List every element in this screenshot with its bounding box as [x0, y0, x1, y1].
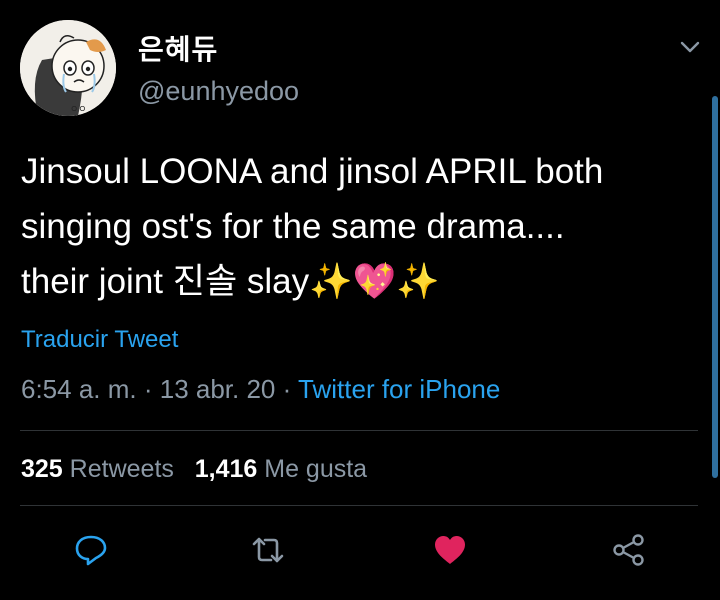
tweet-text-line: Jinsoul LOONA and jinsol APRIL both — [21, 152, 604, 191]
tweet-stats: 325 Retweets 1,416 Me gusta — [21, 455, 367, 484]
likes-label: Me gusta — [264, 455, 368, 483]
translate-tweet-link[interactable]: Traducir Tweet — [21, 326, 178, 354]
meta-separator: · — [275, 374, 299, 404]
retweets-stat[interactable]: 325 Retweets — [21, 455, 174, 483]
sparkles-emoji: ✨ — [396, 262, 440, 302]
share-icon[interactable] — [611, 532, 647, 568]
svg-text:ㅇㅇ: ㅇㅇ — [70, 105, 87, 115]
tweet-text-line: singing ost's for the same drama.... — [21, 207, 565, 246]
display-name[interactable]: 은혜듀 — [138, 28, 218, 68]
scrollbar[interactable] — [712, 96, 718, 478]
retweets-count: 325 — [21, 455, 63, 483]
retweet-icon[interactable] — [250, 532, 286, 568]
tweet-meta: 6:54 a. m. · 13 abr. 20 · Twitter for iP… — [21, 374, 500, 405]
sparkles-emoji: ✨ — [309, 262, 353, 302]
tweet-source-link[interactable]: Twitter for iPhone — [298, 374, 500, 404]
tweet-date[interactable]: 13 abr. 20 — [160, 374, 276, 404]
heart-icon[interactable] — [432, 532, 468, 568]
user-handle[interactable]: @eunhyedoo — [138, 76, 299, 107]
retweets-label: Retweets — [69, 455, 174, 483]
sparkling-heart-emoji: 💖 — [352, 262, 397, 302]
tweet-time: 6:54 a. m. — [21, 374, 137, 404]
likes-stat[interactable]: 1,416 Me gusta — [195, 455, 367, 483]
likes-count: 1,416 — [194, 455, 258, 483]
divider — [20, 505, 698, 506]
chevron-down-icon[interactable] — [677, 34, 703, 60]
reply-icon[interactable] — [73, 532, 109, 568]
tweet-text: Jinsoul LOONA and jinsol APRIL both sing… — [21, 144, 701, 310]
avatar-illustration: ㅇㅇ — [20, 20, 116, 116]
meta-separator: · — [136, 374, 160, 404]
tweet-detail: ㅇㅇ 은혜듀 @eunhyedoo Jinsoul LOONA and jins… — [0, 0, 720, 600]
avatar[interactable]: ㅇㅇ — [20, 20, 116, 116]
tweet-text-line: their joint 진솔 slay — [21, 262, 310, 301]
divider — [20, 430, 698, 431]
